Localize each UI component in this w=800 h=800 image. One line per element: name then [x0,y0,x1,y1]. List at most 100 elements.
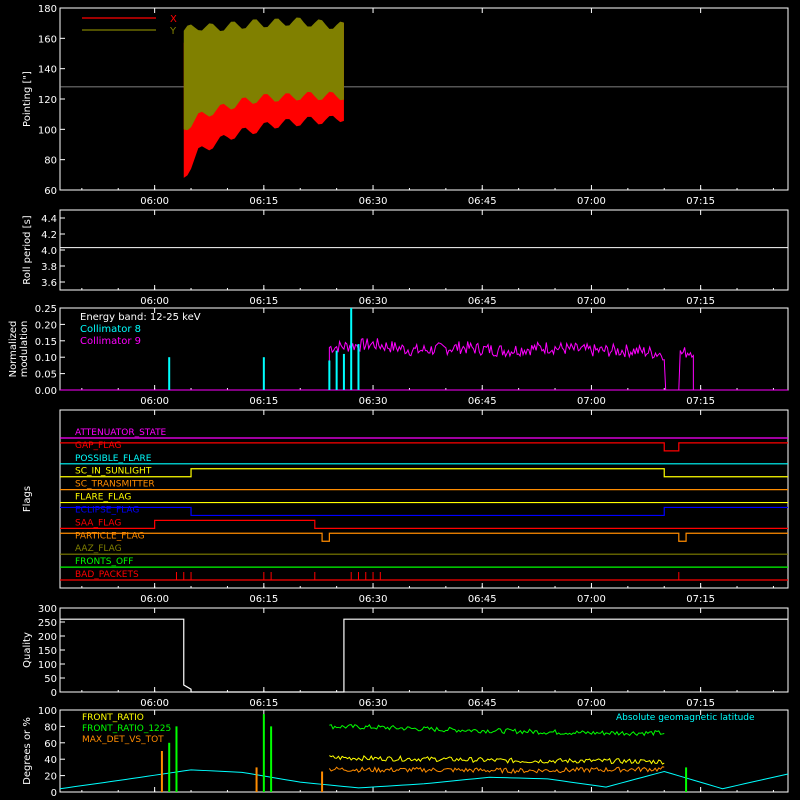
x-tick-label: 06:30 [359,396,388,407]
x-tick-label: 07:15 [686,698,715,709]
flag-label: BAD_PACKETS [75,570,139,580]
y-tick-label: 100 [38,125,57,136]
flag-label: SC_TRANSMITTER [75,480,155,490]
x-tick-label: 06:45 [468,396,497,407]
x-tick-label: 06:00 [140,396,169,407]
legend-label-ratio: FRONT_RATIO [82,713,144,723]
ratio-series [328,766,665,775]
x-tick-label: 06:15 [249,594,278,605]
y-axis-label: Roll period [s] [22,215,33,284]
y-tick-label: 0.10 [35,353,57,364]
x-tick-label: 06:30 [359,594,388,605]
y-tick-label: 0.00 [35,386,57,397]
x-tick-label: 07:15 [686,594,715,605]
x-tick-label: 06:15 [249,196,278,207]
quality-frame [59,607,789,693]
quality-series [60,618,788,693]
y-tick-label: 60 [44,739,57,750]
flag-label: FRONTS_OFF [75,557,133,567]
flag-label: SAA_FLAG [75,518,121,528]
y-tick-label: 250 [38,618,57,629]
y-tick-label: 180 [38,4,57,15]
y-axis-label: Degrees or % [22,717,33,785]
x-tick-label: 07:15 [686,396,715,407]
y-tick-label: 20 [44,772,57,783]
x-tick-label: 07:00 [577,196,606,207]
x-tick-label: 06:00 [140,196,169,207]
legend-label-collimator: Collimator 9 [80,336,141,347]
y-axis-label: Pointing ["] [22,71,33,127]
flags-frame [59,409,789,589]
x-tick-label: 06:30 [359,296,388,307]
legend-label-ratio: Absolute geomagnetic latitude [616,713,755,723]
x-tick-label: 06:15 [249,396,278,407]
y-tick-label: 3.6 [41,278,57,289]
x-tick-label: 06:30 [359,698,388,709]
y-tick-label: 50 [44,674,57,685]
y-tick-label: 4.4 [41,214,57,225]
flag-label: ATTENUATOR_STATE [75,428,167,438]
y-axis-label: Normalized [8,321,19,378]
flag-line [60,519,788,529]
y-axis-label: Quality [22,632,33,668]
y-tick-label: 100 [38,706,57,717]
y-tick-label: 100 [38,660,57,671]
x-tick-label: 06:15 [249,296,278,307]
energy-band-annotation: Energy band: 12-25 keV [80,312,201,323]
x-tick-label: 06:00 [140,698,169,709]
x-tick-label: 06:00 [140,296,169,307]
x-tick-label: 07:00 [577,396,606,407]
y-tick-label: 200 [38,632,57,643]
flag-line [60,442,788,452]
y-tick-label: 150 [38,646,57,657]
x-tick-label: 06:45 [468,196,497,207]
hessi-observing-summary: 06:00 06:15 06:30 06:45 07:00 07:15 Pointing [… [8,4,789,799]
flag-label: AAZ_FLAG [75,544,122,554]
y-tick-label: 60 [44,186,57,197]
legend-label-y: Y [169,26,177,37]
x-tick-label: 07:15 [686,196,715,207]
legend-label-x: X [170,14,177,25]
flag-label: SC_IN_SUNLIGHT [75,467,152,477]
x-tick-label: 06:00 [140,594,169,605]
legend-label-ratio: MAX_DET_VS_TOT [82,735,164,745]
x-tick-label: 07:15 [686,296,715,307]
y-tick-label: 0.20 [35,320,57,331]
y-tick-label: 40 [44,755,57,766]
x-tick-label: 06:15 [249,698,278,709]
flag-line [60,506,788,517]
legend-label-collimator: Collimator 8 [80,324,141,335]
roll_period-frame [59,209,789,291]
flag-line [60,532,788,542]
ratio-series [329,724,665,737]
y-axis-label: Flags [22,486,33,512]
y-tick-label: 80 [44,722,57,733]
y-tick-label: 160 [38,34,57,45]
y-tick-label: 80 [44,156,57,167]
y-tick-label: 140 [38,65,57,76]
flag-line [60,468,788,478]
x-tick-label: 06:45 [468,594,497,605]
y-tick-label: 4.0 [41,246,57,257]
y-tick-label: 0.05 [35,370,57,381]
y-tick-label: 0.15 [35,337,57,348]
y-tick-label: 300 [38,604,57,615]
y-tick-label: 3.8 [41,262,57,273]
y-tick-label: 0 [51,688,57,699]
collimator-9-series [328,338,694,391]
y-tick-label: 120 [38,95,57,106]
x-tick-label: 07:00 [577,698,606,709]
flag-label: FLARE_FLAG [75,493,131,503]
y-tick-label: 0.25 [35,304,57,315]
x-tick-label: 06:45 [468,698,497,709]
x-tick-label: 06:45 [468,296,497,307]
x-tick-label: 07:00 [577,296,606,307]
y-tick-label: 0 [51,788,57,799]
flag-label: POSSIBLE_FLARE [75,454,152,464]
x-tick-label: 06:30 [359,196,388,207]
legend-label-ratio: FRONT_RATIO_1225 [82,724,171,734]
y-axis-label: modulation [19,321,30,378]
ratio-series [329,754,665,765]
x-tick-label: 07:00 [577,594,606,605]
y-tick-label: 4.2 [41,230,57,241]
